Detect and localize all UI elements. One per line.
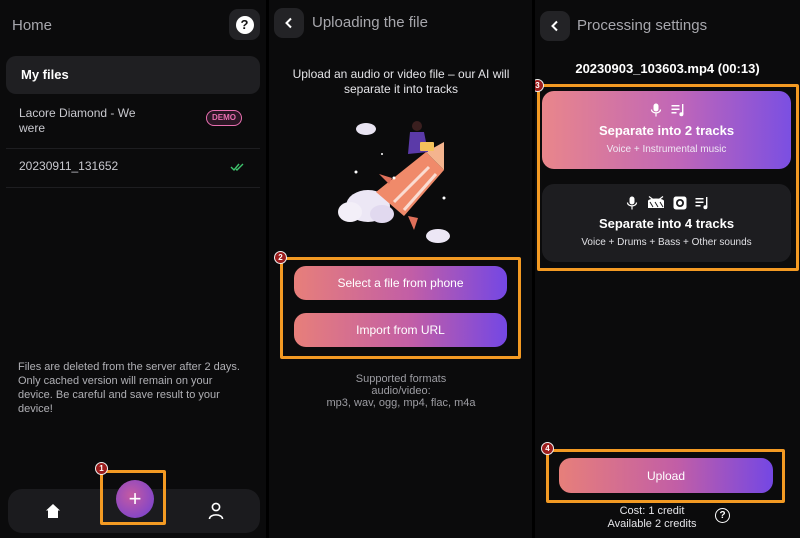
file-name: 20230911_131652 <box>19 159 119 173</box>
settings-title: Processing settings <box>577 17 708 34</box>
step-marker-4: 4 <box>541 442 554 455</box>
double-check-icon <box>230 163 244 172</box>
highlight-box-2 <box>280 257 521 359</box>
my-files-label: My files <box>21 67 69 82</box>
divider <box>6 187 260 188</box>
home-icon[interactable] <box>45 503 61 519</box>
cost-line: Cost: 1 credit <box>619 505 685 517</box>
supported-formats: Supported formats audio/video: mp3, wav,… <box>281 373 521 409</box>
available-credits: Available 2 credits <box>607 518 697 530</box>
home-panel: Home ? My files Lacore Diamond - We were… <box>0 0 266 538</box>
credits-help-icon[interactable]: ? <box>715 508 730 523</box>
retention-note: Files are deleted from the server after … <box>18 361 240 415</box>
file-list-item[interactable]: Lacore Diamond - We were DEMO <box>6 100 260 146</box>
question-icon: ? <box>235 15 254 34</box>
back-button[interactable] <box>540 11 570 41</box>
file-name: Lacore Diamond - We were <box>19 106 136 135</box>
highlight-box-1 <box>100 470 166 525</box>
upload-intro: Upload an audio or video file – our AI w… <box>292 67 510 96</box>
formats-heading: Supported formats <box>355 373 447 385</box>
formats-type: audio/video: <box>371 385 431 397</box>
chevron-left-icon <box>551 20 558 32</box>
formats-list: mp3, wav, ogg, mp4, flac, m4a <box>326 397 476 409</box>
step-marker-2: 2 <box>274 251 287 264</box>
upload-title: Uploading the file <box>312 14 428 31</box>
divider <box>6 148 260 149</box>
step-marker-1: 1 <box>95 462 108 475</box>
user-icon[interactable] <box>208 502 224 520</box>
my-files-header[interactable]: My files <box>6 56 260 94</box>
settings-panel: Processing settings 20230903_103603.mp4 … <box>535 0 800 538</box>
chevron-left-icon <box>285 17 292 29</box>
file-list-item[interactable]: 20230911_131652 <box>6 152 260 186</box>
back-button[interactable] <box>274 8 304 38</box>
help-button[interactable]: ? <box>229 9 260 40</box>
rocket-illustration <box>338 121 450 243</box>
upload-panel: Uploading the file Upload an audio or vi… <box>269 0 532 538</box>
home-title: Home <box>12 17 53 34</box>
cost-info: Cost: 1 credit Available 2 credits <box>535 505 769 531</box>
demo-badge: DEMO <box>206 110 242 126</box>
highlight-box-4 <box>546 449 785 503</box>
highlight-box-3 <box>537 84 799 271</box>
selected-file-name: 20230903_103603.mp4 (00:13) <box>575 61 760 76</box>
